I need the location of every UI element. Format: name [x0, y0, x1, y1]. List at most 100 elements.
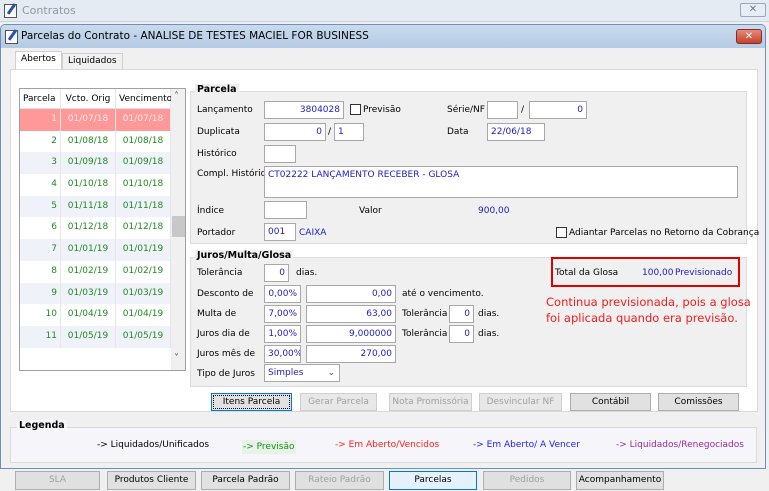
table-row[interactable]: 1 01/07/18 01/07/18 [20, 109, 185, 131]
previsao-label: Previsão [363, 105, 401, 115]
cell-vcto-orig: 01/07/18 [61, 109, 116, 131]
dias-label: dias. [478, 309, 500, 319]
portador-label: Portador [197, 228, 236, 238]
scrollbar-thumb[interactable] [172, 216, 185, 237]
cell-parcela: 2 [20, 130, 61, 153]
grid-header: Parcela Vcto. Orig Vencimento [20, 89, 185, 109]
bottom-tab-produtos-cliente[interactable]: Produtos Cliente [107, 471, 196, 490]
tolerancia-input[interactable]: 0 [264, 264, 289, 282]
table-row[interactable]: 4 01/10/18 01/10/18 [20, 174, 185, 196]
compl-historico-label: Compl. Histórico [197, 169, 272, 179]
data-label: Data [447, 127, 469, 137]
historico-input[interactable] [264, 145, 296, 163]
legend-item: -> Em Aberto/Vencidos [335, 440, 440, 450]
contabil-button[interactable]: Contábil [570, 393, 651, 411]
scroll-up-icon[interactable]: ˄ [174, 91, 179, 102]
multa-tolerancia-label: Tolerância [402, 309, 448, 319]
cell-parcela: 3 [20, 152, 61, 175]
tipo-juros-label: Tipo de Juros [197, 369, 255, 379]
juros-dia-valor-input[interactable]: 9,000000 [306, 325, 396, 343]
contract-icon [4, 4, 17, 18]
table-row[interactable]: 11 01/05/19 01/05/19 [20, 325, 185, 348]
bottom-tab-rateio-padr-o[interactable]: Rateio Padrão [295, 471, 384, 490]
cell-vencimento: 01/03/19 [116, 282, 171, 305]
parcelas-grid[interactable]: Parcela Vcto. Orig Vencimento 1 01/07/18 0… [19, 88, 186, 371]
juros-dia-tolerancia-label: Tolerância [402, 329, 448, 339]
itens-parcela-button[interactable]: Itens Parcela [211, 393, 292, 411]
multa-tolerancia-input[interactable]: 0 [449, 305, 474, 323]
cell-parcela: 1 [20, 109, 61, 131]
cell-vcto-orig: 01/11/18 [61, 195, 116, 218]
nota-promissoria-button[interactable]: Nota Promissória [389, 393, 472, 411]
compl-historico-textarea[interactable]: CT02222 LANÇAMENTO RECEBER - GLOSA [264, 166, 738, 198]
table-row[interactable]: 8 01/02/19 01/02/19 [20, 260, 185, 283]
col-parcela[interactable]: Parcela [20, 89, 61, 108]
table-row[interactable]: 2 01/08/18 01/08/18 [20, 130, 185, 153]
lancamento-input[interactable]: 3804028 [264, 101, 344, 119]
previsao-checkbox[interactable] [350, 104, 361, 115]
juros-mes-valor-input[interactable]: 270,00 [306, 345, 396, 363]
indice-input[interactable] [264, 201, 307, 219]
table-row[interactable]: 9 01/03/19 01/03/19 [20, 282, 185, 305]
data-input[interactable]: 22/06/18 [487, 123, 545, 141]
col-vencimento[interactable]: Vencimento [116, 89, 172, 108]
cell-vencimento: 01/12/18 [116, 217, 171, 240]
table-row[interactable]: 6 01/12/18 01/12/18 [20, 217, 185, 240]
nf-input[interactable]: 0 [529, 101, 587, 119]
bottom-tab-parcelas[interactable]: Parcelas [389, 471, 477, 490]
indice-label: Índice [197, 206, 225, 216]
cell-vcto-orig: 01/05/19 [61, 325, 116, 348]
multa-pct-input[interactable]: 7,00% [264, 305, 301, 323]
vertical-scrollbar[interactable]: ˄ ˅ [171, 89, 185, 370]
annotation-line-1: Continua previsionada, pois a glosa [546, 295, 751, 309]
tolerancia-label: Tolerância [197, 268, 243, 278]
bottom-tab-sla[interactable]: SLA [15, 471, 100, 490]
total-glosa-label: Total da Glosa [555, 268, 619, 278]
scroll-down-icon[interactable]: ˅ [174, 353, 179, 364]
outer-title-bar: Contratos ✕ [0, 0, 769, 22]
bottom-tab-parcela-padr-o[interactable]: Parcela Padrão [201, 471, 290, 490]
multa-valor-input[interactable]: 63,00 [306, 305, 396, 323]
table-row[interactable]: 7 01/01/19 01/01/19 [20, 239, 185, 261]
annotation-line-2: foi aplicada quando era previsão. [546, 311, 738, 325]
cell-parcela: 8 [20, 260, 61, 283]
tipo-juros-value: Simples [268, 368, 304, 378]
close-button[interactable]: ✕ [736, 29, 762, 44]
comissoes-button[interactable]: Comissões [658, 393, 739, 411]
gerar-parcela-button[interactable]: Gerar Parcela [300, 393, 377, 411]
duplicata-input[interactable]: 0 [264, 123, 326, 141]
lancamento-label: Lançamento [197, 105, 253, 115]
table-row[interactable]: 3 01/09/18 01/09/18 [20, 152, 185, 175]
legend-item: -> Em Aberto/ A Vencer [473, 440, 580, 450]
serie-input[interactable] [487, 101, 518, 119]
bottom-tab-acompanhamento[interactable]: Acompanhamento [576, 471, 664, 490]
cell-parcela: 5 [20, 195, 61, 218]
tab-abertos[interactable]: Abertos [15, 51, 62, 70]
duplicata-label: Duplicata [197, 127, 240, 137]
window-title-bar: Parcelas do Contrato - ANALISE DE TESTES… [1, 25, 765, 48]
juros-dia-pct-input[interactable]: 1,00% [264, 325, 301, 343]
col-vcto-orig[interactable]: Vcto. Orig [61, 89, 116, 108]
tipo-juros-select[interactable]: Simples ⌄ [264, 364, 340, 382]
tab-liquidados[interactable]: Liquidados [62, 53, 123, 70]
outer-close-button[interactable]: ✕ [740, 3, 766, 17]
duplicata-parcela-input[interactable]: 1 [334, 123, 364, 141]
table-row[interactable]: 5 01/11/18 01/11/18 [20, 195, 185, 218]
cell-vencimento: 01/08/18 [116, 130, 171, 153]
desconto-valor-input[interactable]: 0,00 [306, 285, 396, 303]
historico-label: Histórico [197, 149, 237, 159]
cell-vencimento: 01/01/19 [116, 239, 171, 261]
table-row[interactable]: 10 01/04/19 01/04/19 [20, 304, 185, 326]
dias-label: dias. [478, 329, 500, 339]
bottom-tab-pedidos[interactable]: Pedidos [483, 471, 571, 490]
juros-mes-pct-input[interactable]: 30,00% [264, 345, 301, 363]
adiantar-checkbox[interactable] [556, 227, 567, 238]
legend-item: -> Liquidados/Unificados [97, 440, 210, 450]
desconto-pct-input[interactable]: 0,00% [264, 285, 301, 303]
desvincular-nf-button[interactable]: Desvincular NF [479, 393, 562, 411]
cell-vcto-orig: 01/12/18 [61, 217, 116, 240]
juros-dia-tolerancia-input[interactable]: 0 [449, 325, 474, 343]
cell-vencimento: 01/11/18 [116, 195, 171, 218]
portador-input[interactable]: 001 [264, 223, 296, 241]
portador-name: CAIXA [299, 228, 327, 238]
